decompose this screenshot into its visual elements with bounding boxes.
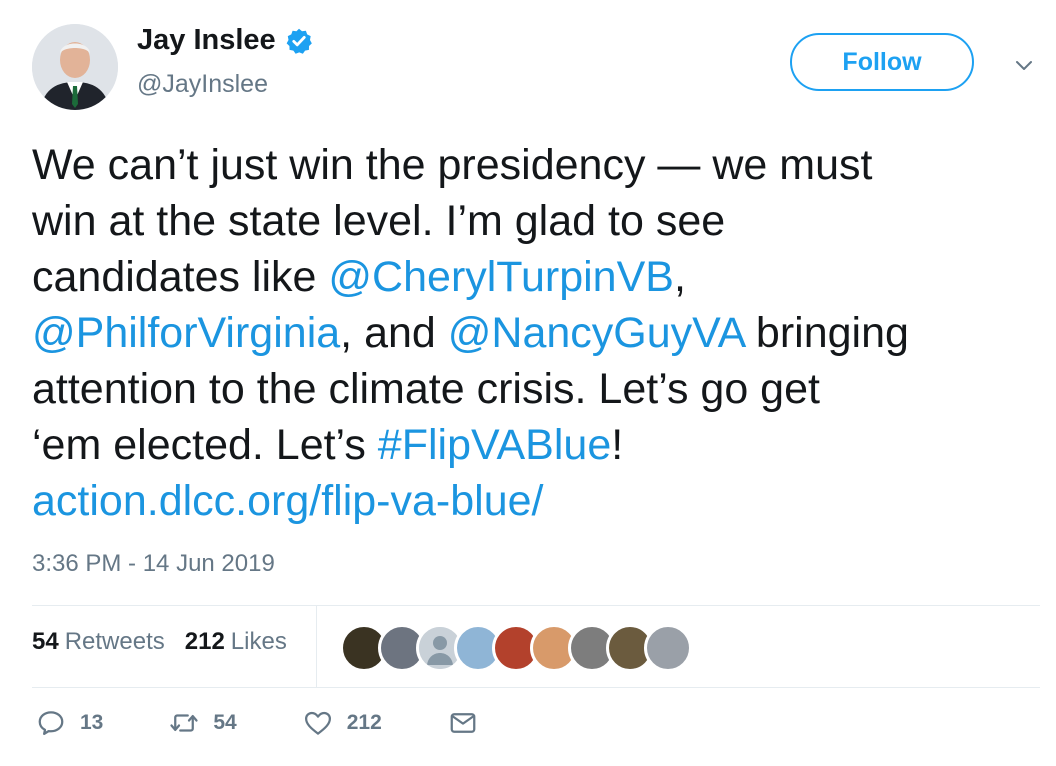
tweet-text-segment: candidates like bbox=[32, 253, 329, 301]
tweet-text-segment: attention to the climate crisis. Let’s g… bbox=[32, 365, 820, 413]
divider bbox=[32, 687, 1040, 688]
retweets-label: Retweets bbox=[64, 628, 165, 655]
timestamp[interactable]: 3:36 PM - 14 Jun 2019 bbox=[32, 550, 275, 578]
url-link[interactable]: action.dlcc.org/flip-va-blue/ bbox=[32, 477, 543, 525]
tweet-text-segment: We can’t just win the presidency — we mu… bbox=[32, 141, 873, 189]
avatar[interactable] bbox=[32, 24, 118, 110]
like-button[interactable]: 212 bbox=[303, 708, 382, 738]
tweet-line: win at the state level. I’m glad to see bbox=[32, 193, 1042, 249]
tweet-actions: 13 54 212 bbox=[36, 708, 544, 738]
tweet-line: action.dlcc.org/flip-va-blue/ bbox=[32, 473, 1042, 529]
direct-message-button[interactable] bbox=[448, 708, 478, 738]
display-name[interactable]: Jay Inslee bbox=[137, 24, 276, 57]
likes-stat[interactable]: 212 Likes bbox=[185, 628, 287, 656]
tweet-line: @PhilforVirginia, and @NancyGuyVA bringi… bbox=[32, 305, 1042, 361]
like-count: 212 bbox=[346, 711, 382, 734]
reply-icon bbox=[38, 711, 64, 735]
likes-count: 212 bbox=[184, 628, 225, 655]
liker-avatars bbox=[340, 624, 692, 672]
mention-link[interactable]: @PhilforVirginia bbox=[32, 309, 340, 357]
chevron-down-icon[interactable] bbox=[1012, 54, 1036, 78]
follow-button[interactable]: Follow bbox=[790, 33, 974, 91]
retweet-icon bbox=[170, 714, 198, 732]
reply-button[interactable]: 13 bbox=[36, 708, 103, 738]
reply-count: 13 bbox=[80, 711, 104, 734]
retweets-stat[interactable]: 54 Retweets bbox=[32, 628, 165, 656]
tweet-text-segment: , bbox=[673, 253, 686, 301]
tweet-text-segment: ‘em elected. Let’s bbox=[32, 421, 378, 469]
likes-label: Likes bbox=[230, 628, 287, 655]
tweet-line: candidates like @CherylTurpinVB, bbox=[32, 249, 1042, 305]
tweet-text-segment: ! bbox=[611, 421, 624, 469]
tweet-line: ‘em elected. Let’s #FlipVABlue! bbox=[32, 417, 1042, 473]
envelope-icon bbox=[450, 713, 476, 733]
retweet-count: 54 bbox=[213, 711, 237, 734]
verified-badge-icon bbox=[286, 28, 312, 54]
tweet-text-segment: win at the state level. I’m glad to see bbox=[32, 197, 726, 245]
tweet-text-segment: , and bbox=[340, 309, 448, 357]
tweet-stats: 54 Retweets 212 Likes bbox=[32, 628, 307, 656]
tweet-text: We can’t just win the presidency — we mu… bbox=[32, 137, 1042, 529]
divider bbox=[32, 605, 1040, 606]
retweet-button[interactable]: 54 bbox=[169, 708, 237, 738]
mention-link[interactable]: @NancyGuyVA bbox=[448, 309, 744, 357]
divider bbox=[316, 605, 317, 687]
user-handle[interactable]: @JayInslee bbox=[137, 70, 268, 99]
retweets-count: 54 bbox=[32, 628, 59, 655]
tweet-text-segment: bringing bbox=[743, 309, 909, 357]
liker-avatar[interactable] bbox=[644, 624, 692, 672]
heart-icon bbox=[304, 711, 331, 735]
tweet-line: We can’t just win the presidency — we mu… bbox=[32, 137, 1042, 193]
tweet-line: attention to the climate crisis. Let’s g… bbox=[32, 361, 1042, 417]
mention-link[interactable]: @CherylTurpinVB bbox=[328, 253, 674, 301]
hashtag-link[interactable]: #FlipVABlue bbox=[378, 421, 611, 469]
